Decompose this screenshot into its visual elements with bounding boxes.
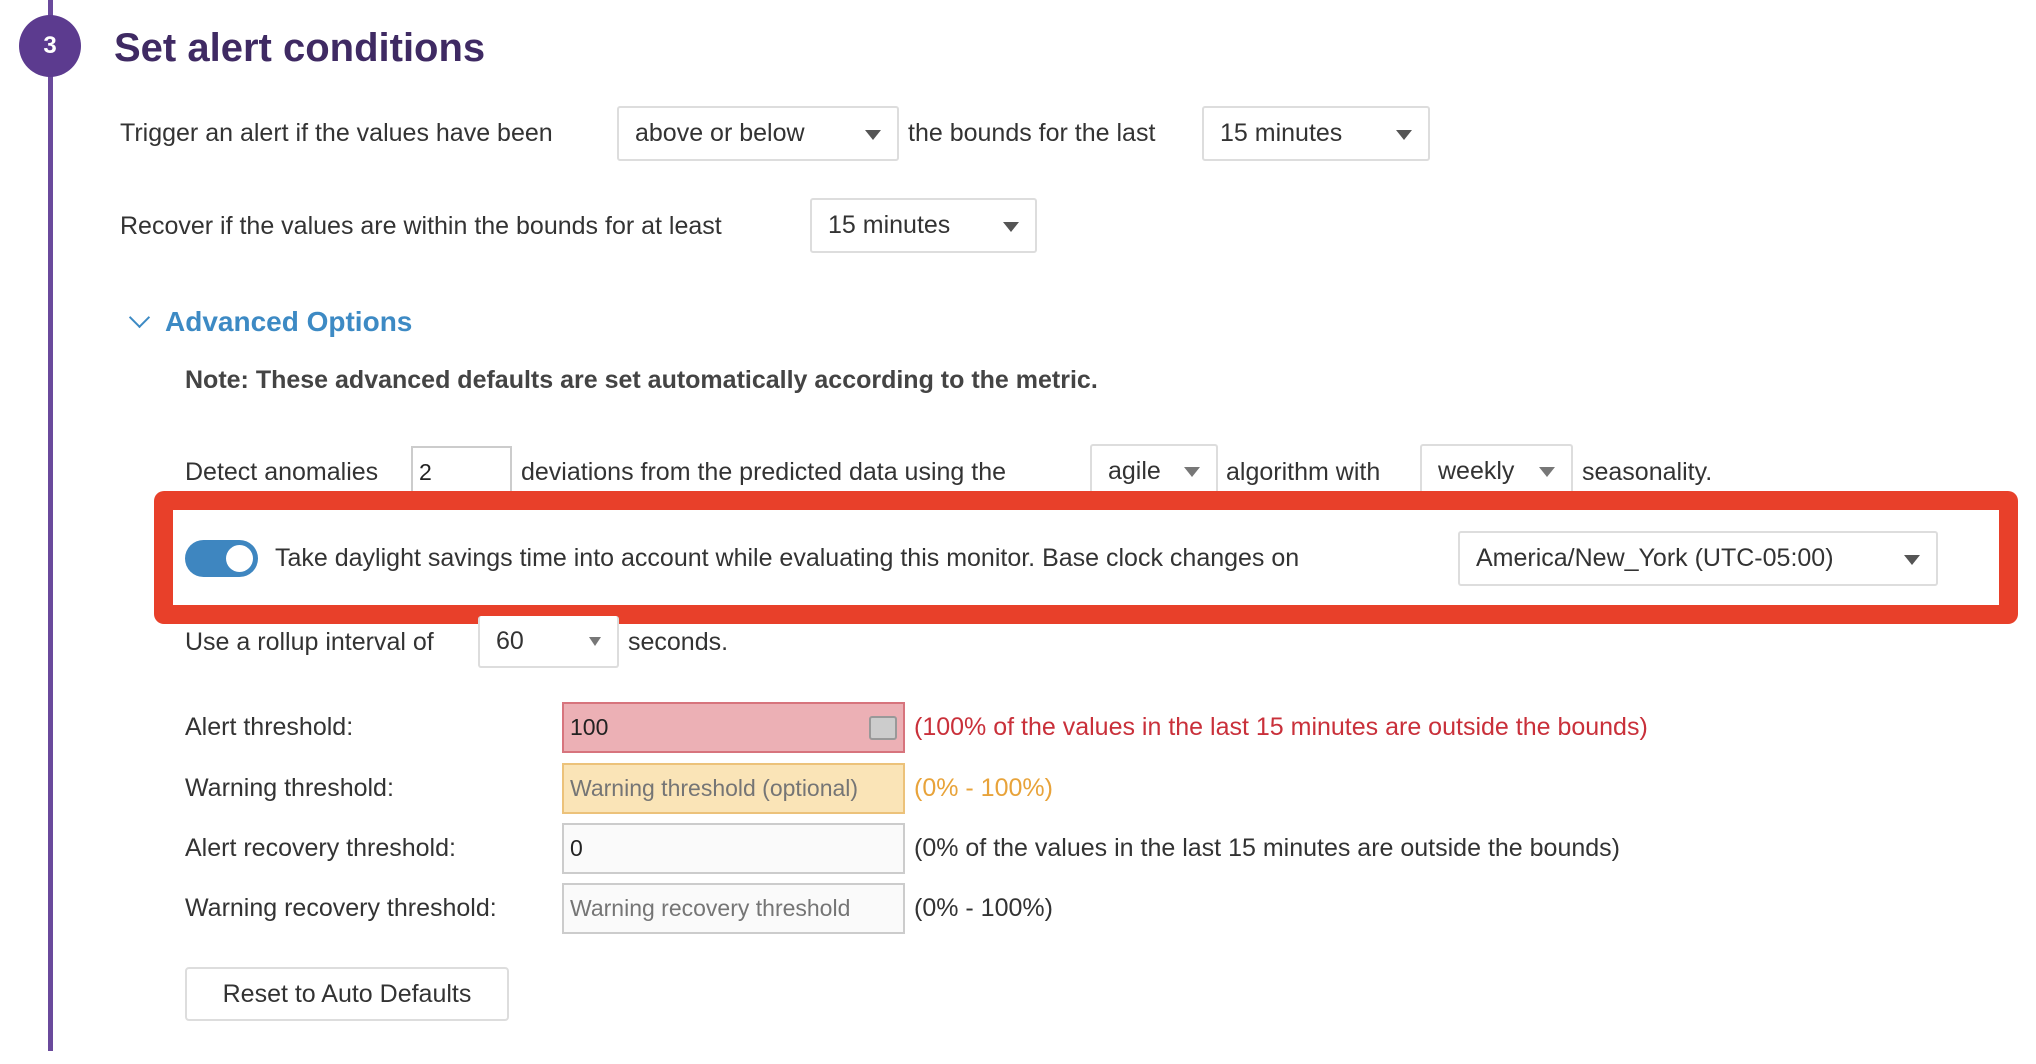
recover-window-value: 15 minutes: [828, 211, 951, 239]
caret-down-icon: [1904, 554, 1920, 565]
caret-down-icon: [589, 637, 601, 646]
alert-recovery-hint: (0% of the values in the last 15 minutes…: [914, 834, 1620, 862]
dst-label: Take daylight savings time into account …: [275, 544, 1300, 572]
dst-toggle[interactable]: [185, 540, 258, 577]
algorithm-value: agile: [1108, 456, 1161, 485]
alert-threshold-value: 100: [570, 714, 609, 740]
step-number-badge: 3: [19, 15, 81, 77]
seasonality-select[interactable]: weekly: [1420, 444, 1573, 496]
chevron-down-icon: [128, 306, 151, 329]
warning-recovery-hint: (0% - 100%): [914, 894, 1053, 922]
detect-middle-label: deviations from the predicted data using…: [521, 458, 1007, 486]
rollup-suffix-label: seconds.: [628, 628, 729, 656]
timezone-select[interactable]: America/New_York (UTC-05:00): [1458, 531, 1938, 586]
caret-down-icon: [1539, 467, 1555, 477]
trigger-window-value: 15 minutes: [1220, 119, 1343, 147]
toggle-knob: [226, 545, 253, 572]
contact-card-icon: [869, 716, 897, 740]
alert-threshold-hint: (100% of the values in the last 15 minut…: [914, 713, 1648, 741]
section-title: Set alert conditions: [114, 26, 486, 70]
deviations-input[interactable]: 2: [411, 446, 512, 496]
trigger-prefix-label: Trigger an alert if the values have been: [120, 119, 553, 147]
recover-prefix-label: Recover if the values are within the bou…: [120, 212, 722, 240]
rollup-interval-value: 60: [496, 626, 524, 655]
advanced-options-toggle[interactable]: Advanced Options: [128, 305, 413, 339]
reset-defaults-button[interactable]: Reset to Auto Defaults: [185, 967, 509, 1021]
detect-middle2-label: algorithm with: [1226, 458, 1381, 486]
warning-threshold-hint: (0% - 100%): [914, 774, 1053, 802]
caret-down-icon: [1396, 129, 1412, 140]
alert-recovery-label: Alert recovery threshold:: [185, 834, 456, 862]
trigger-direction-value: above or below: [635, 119, 805, 147]
caret-down-icon: [1003, 221, 1019, 232]
trigger-window-select[interactable]: 15 minutes: [1202, 106, 1430, 161]
advanced-options-label: Advanced Options: [165, 306, 413, 337]
algorithm-select[interactable]: agile: [1090, 444, 1218, 496]
warning-recovery-input[interactable]: [562, 883, 905, 934]
detect-suffix-label: seasonality.: [1582, 458, 1713, 486]
alert-threshold-label: Alert threshold:: [185, 713, 354, 741]
detect-prefix-label: Detect anomalies: [185, 458, 379, 486]
seasonality-value: weekly: [1438, 456, 1515, 485]
trigger-direction-select[interactable]: above or below: [617, 106, 899, 161]
rollup-prefix-label: Use a rollup interval of: [185, 628, 434, 656]
warning-recovery-label: Warning recovery threshold:: [185, 894, 497, 922]
caret-down-icon: [865, 129, 881, 140]
alert-recovery-input[interactable]: 0: [562, 823, 905, 874]
caret-down-icon: [1184, 467, 1200, 477]
alert-threshold-input[interactable]: 100: [562, 702, 905, 753]
trigger-middle-label: the bounds for the last: [908, 119, 1156, 147]
rollup-interval-select[interactable]: 60: [478, 616, 619, 668]
warning-threshold-label: Warning threshold:: [185, 774, 394, 802]
timeline-line: [48, 0, 53, 1051]
timezone-value: America/New_York (UTC-05:00): [1476, 544, 1834, 572]
recover-window-select[interactable]: 15 minutes: [810, 198, 1037, 253]
advanced-note: Note: These advanced defaults are set au…: [185, 366, 1098, 394]
warning-threshold-input[interactable]: [562, 763, 905, 814]
